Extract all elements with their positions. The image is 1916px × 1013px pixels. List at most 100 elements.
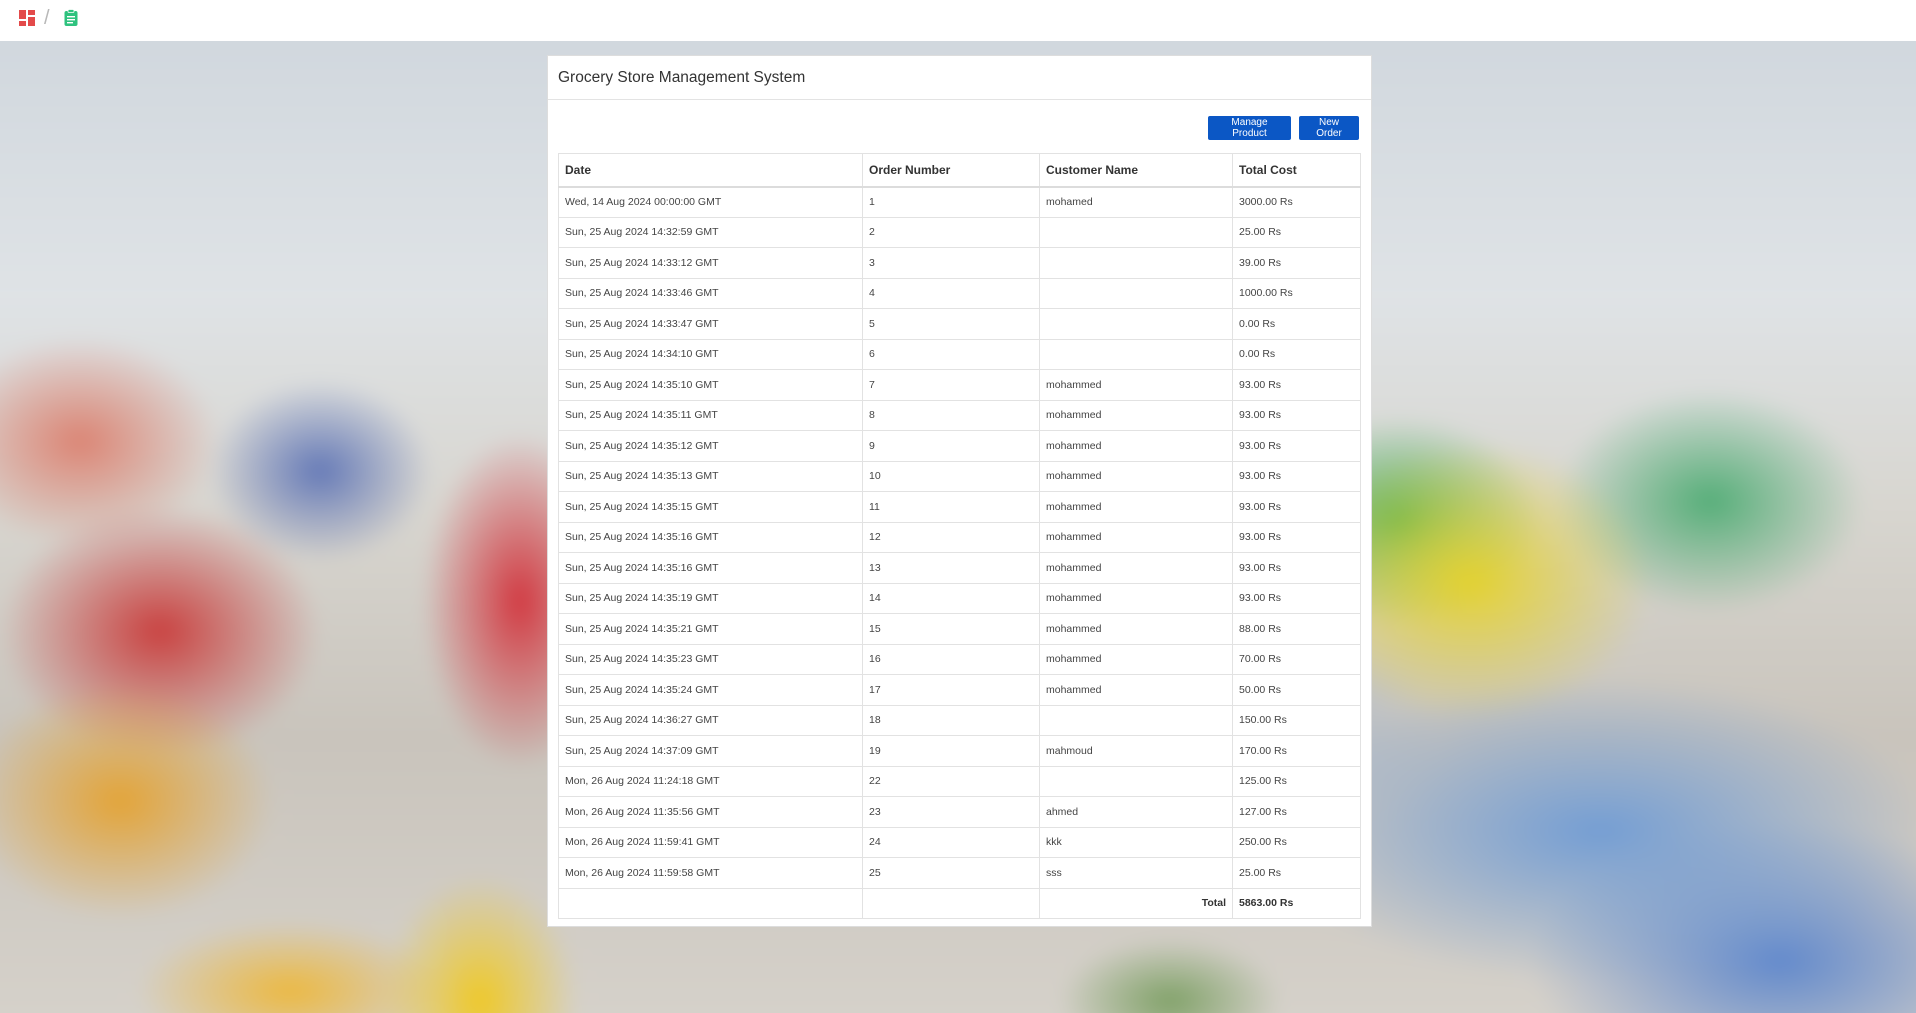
order-number-cell: 8 [862, 399, 1040, 431]
table-row: Mon, 26 Aug 2024 11:24:18 GMT 22 125.00 Rs [558, 765, 1361, 797]
total-cost-cell: 127.00 Rs [1232, 796, 1361, 828]
table-row: Sun, 25 Aug 2024 14:35:10 GMT 7 mohammed 93… [558, 369, 1361, 401]
table-row: Sun, 25 Aug 2024 14:35:16 GMT 12 mohammed 9… [558, 521, 1361, 553]
dashboard-icon[interactable] [18, 9, 36, 27]
customer-name-cell [1039, 765, 1233, 797]
order-number-cell: 4 [862, 277, 1040, 309]
order-number-cell: 13 [862, 552, 1040, 584]
table-row: Mon, 26 Aug 2024 11:59:58 GMT 25 sss 25.00 … [558, 857, 1361, 889]
total-cost-cell: 0.00 Rs [1232, 338, 1361, 370]
order-number-cell: 10 [862, 460, 1040, 492]
table-row: Sun, 25 Aug 2024 14:35:19 GMT 14 mohammed 9… [558, 582, 1361, 614]
order-number-cell: 12 [862, 521, 1040, 553]
top-bar: / [0, 0, 1916, 41]
order-date-cell: Sun, 25 Aug 2024 14:35:21 GMT [558, 613, 863, 645]
customer-name-cell [1039, 704, 1233, 736]
order-date-cell: Sun, 25 Aug 2024 14:36:27 GMT [558, 704, 863, 736]
clipboard-icon[interactable] [62, 9, 80, 27]
order-number-cell: 19 [862, 735, 1040, 767]
order-date-cell: Sun, 25 Aug 2024 14:35:23 GMT [558, 643, 863, 675]
breadcrumb-separator: / [44, 7, 50, 29]
customer-name-cell: mohammed [1039, 521, 1233, 553]
total-cost-cell: 93.00 Rs [1232, 460, 1361, 492]
order-number-cell: 2 [862, 216, 1040, 248]
order-number-cell: 25 [862, 857, 1040, 889]
table-row: Sun, 25 Aug 2024 14:34:10 GMT 6 0.00 Rs [558, 338, 1361, 370]
table-row: Sun, 25 Aug 2024 14:35:21 GMT 15 mohammed 8… [558, 613, 1361, 645]
total-cost-cell: 150.00 Rs [1232, 704, 1361, 736]
orders-table-container: Date Order Number Customer Name Total Co… [558, 153, 1361, 919]
order-number-cell: 18 [862, 704, 1040, 736]
manage-product-button[interactable]: Manage Product [1208, 116, 1291, 140]
order-date-cell: Sun, 25 Aug 2024 14:35:13 GMT [558, 460, 863, 492]
breadcrumb: / [18, 8, 80, 28]
total-cost-cell: 25.00 Rs [1232, 216, 1361, 248]
total-cost-cell: 0.00 Rs [1232, 308, 1361, 340]
column-header-customer-name: Customer Name [1039, 153, 1233, 188]
table-header-row: Date Order Number Customer Name Total Co… [558, 153, 1361, 188]
order-number-cell: 9 [862, 430, 1040, 462]
order-date-cell: Sun, 25 Aug 2024 14:35:16 GMT [558, 521, 863, 553]
table-row: Mon, 26 Aug 2024 11:35:56 GMT 23 ahmed 127.… [558, 796, 1361, 828]
order-number-cell: 17 [862, 674, 1040, 706]
customer-name-cell: mahmoud [1039, 735, 1233, 767]
orders-table-body: Wed, 14 Aug 2024 00:00:00 GMT 1 mohamed 300… [558, 186, 1361, 889]
customer-name-cell: mohammed [1039, 460, 1233, 492]
table-row: Sun, 25 Aug 2024 14:35:11 GMT 8 mohammed 93… [558, 399, 1361, 431]
total-cost-cell: 39.00 Rs [1232, 247, 1361, 279]
customer-name-cell: sss [1039, 857, 1233, 889]
total-cost-cell: 93.00 Rs [1232, 430, 1361, 462]
order-number-cell: 1 [862, 186, 1040, 218]
panel-header: Grocery Store Management System [548, 56, 1371, 100]
orders-panel: Grocery Store Management System Manage P… [547, 55, 1372, 927]
customer-name-cell: ahmed [1039, 796, 1233, 828]
order-number-cell: 3 [862, 247, 1040, 279]
total-value: 5863.00 Rs [1232, 887, 1361, 919]
table-row: Sun, 25 Aug 2024 14:33:47 GMT 5 0.00 Rs [558, 308, 1361, 340]
order-date-cell: Sun, 25 Aug 2024 14:35:15 GMT [558, 491, 863, 523]
total-spacer-cell [558, 887, 863, 919]
customer-name-cell [1039, 338, 1233, 370]
total-cost-cell: 3000.00 Rs [1232, 186, 1361, 218]
customer-name-cell: mohammed [1039, 582, 1233, 614]
total-cost-cell: 125.00 Rs [1232, 765, 1361, 797]
table-row: Sun, 25 Aug 2024 14:35:15 GMT 11 mohammed 9… [558, 491, 1361, 523]
total-cost-cell: 93.00 Rs [1232, 399, 1361, 431]
table-row: Mon, 26 Aug 2024 11:59:41 GMT 24 kkk 250.00… [558, 826, 1361, 858]
customer-name-cell [1039, 216, 1233, 248]
order-number-cell: 22 [862, 765, 1040, 797]
customer-name-cell: kkk [1039, 826, 1233, 858]
order-date-cell: Sun, 25 Aug 2024 14:35:12 GMT [558, 430, 863, 462]
total-cost-cell: 93.00 Rs [1232, 491, 1361, 523]
total-cost-cell: 70.00 Rs [1232, 643, 1361, 675]
table-row: Sun, 25 Aug 2024 14:35:12 GMT 9 mohammed 93… [558, 430, 1361, 462]
total-cost-cell: 50.00 Rs [1232, 674, 1361, 706]
total-cost-cell: 250.00 Rs [1232, 826, 1361, 858]
new-order-button[interactable]: New Order [1299, 116, 1359, 140]
order-number-cell: 15 [862, 613, 1040, 645]
order-date-cell: Sun, 25 Aug 2024 14:35:11 GMT [558, 399, 863, 431]
customer-name-cell: mohamed [1039, 186, 1233, 218]
order-date-cell: Sun, 25 Aug 2024 14:35:19 GMT [558, 582, 863, 614]
page-title: Grocery Store Management System [558, 68, 806, 86]
panel-actions: Manage Product New Order [1208, 116, 1359, 140]
order-date-cell: Mon, 26 Aug 2024 11:35:56 GMT [558, 796, 863, 828]
customer-name-cell [1039, 247, 1233, 279]
customer-name-cell: mohammed [1039, 643, 1233, 675]
order-date-cell: Sun, 25 Aug 2024 14:35:16 GMT [558, 552, 863, 584]
table-row: Sun, 25 Aug 2024 14:35:24 GMT 17 mohammed 5… [558, 674, 1361, 706]
order-number-cell: 16 [862, 643, 1040, 675]
order-date-cell: Mon, 26 Aug 2024 11:59:58 GMT [558, 857, 863, 889]
total-label: Total [1039, 887, 1233, 919]
total-cost-cell: 93.00 Rs [1232, 552, 1361, 584]
order-number-cell: 23 [862, 796, 1040, 828]
order-date-cell: Sun, 25 Aug 2024 14:33:46 GMT [558, 277, 863, 309]
customer-name-cell: mohammed [1039, 369, 1233, 401]
order-date-cell: Sun, 25 Aug 2024 14:33:12 GMT [558, 247, 863, 279]
order-date-cell: Mon, 26 Aug 2024 11:24:18 GMT [558, 765, 863, 797]
table-row: Sun, 25 Aug 2024 14:35:16 GMT 13 mohammed 9… [558, 552, 1361, 584]
order-number-cell: 24 [862, 826, 1040, 858]
total-cost-cell: 25.00 Rs [1232, 857, 1361, 889]
total-cost-cell: 93.00 Rs [1232, 521, 1361, 553]
order-date-cell: Sun, 25 Aug 2024 14:33:47 GMT [558, 308, 863, 340]
